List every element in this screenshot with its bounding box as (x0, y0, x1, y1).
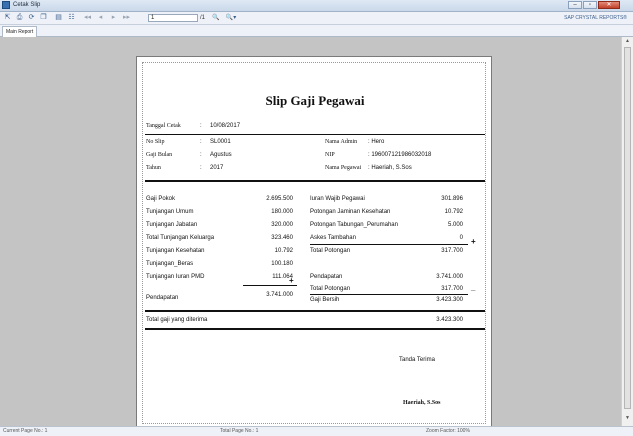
page-total-label: /1 (200, 15, 206, 21)
section-divider (145, 310, 485, 312)
toggle-panel-icon[interactable]: ☷ (67, 13, 76, 23)
window-title-bar: Cetak Slip – ▫ ✕ (0, 0, 633, 12)
no-slip-label: No Slip (146, 139, 165, 145)
total-potongan-value: 317.700 (441, 248, 463, 254)
export-icon[interactable]: ⇱ (3, 13, 12, 23)
window-title: Cetak Slip (13, 2, 41, 8)
scroll-down-icon[interactable]: ▼ (624, 415, 631, 422)
find-text-icon[interactable]: 🔍 (212, 13, 219, 23)
tab-main-report[interactable]: Main Report (2, 26, 38, 37)
minimize-button[interactable]: – (568, 1, 582, 9)
deduction-label: Potongan Jaminan Kesehatan (310, 209, 391, 215)
summary-value: 3.741.000 (436, 274, 463, 280)
gaji-bulan-label: Gaji Bulan (146, 152, 173, 158)
nama-admin-label: Nama Admin (325, 139, 358, 145)
report-viewport[interactable]: Slip Gaji Pegawai Tanggal Cetak : 10/08/… (0, 37, 621, 426)
report-tabs: Main Report (0, 25, 633, 37)
gaji-bersih-label: Gaji Bersih (310, 297, 340, 303)
deduction-value: 0 (459, 235, 463, 241)
no-slip-value: SL0001 (210, 139, 231, 145)
income-value: 180.000 (271, 209, 293, 215)
report-body: Slip Gaji Pegawai Tanggal Cetak : 10/08/… (142, 62, 486, 424)
group-tree-icon[interactable]: ▤ (54, 13, 63, 23)
deduction-value: 5.000 (447, 222, 463, 228)
nama-pegawai-value: : Haeriah, S.Sos (368, 165, 412, 171)
income-value: 323.460 (271, 235, 293, 241)
total-potongan-label: Total Potongan (310, 248, 351, 254)
income-value: 2.695.500 (266, 196, 293, 202)
section-divider (145, 180, 485, 182)
app-icon (2, 1, 10, 9)
income-label: Gaji Pokok (146, 196, 176, 202)
colon: : (200, 139, 202, 145)
deduction-value: 10.792 (444, 209, 463, 215)
income-label: Tunjangan Jabatan (146, 222, 198, 228)
vertical-scrollbar[interactable]: ▲ ▼ (621, 37, 633, 426)
sum-line (243, 285, 297, 286)
tanda-terima-label: Tanda Terima (399, 357, 435, 363)
maximize-button[interactable]: ▫ (583, 1, 597, 9)
next-page-icon[interactable]: ▸ (110, 13, 117, 23)
summary-label: Pendapatan (310, 274, 343, 280)
refresh-icon[interactable]: ⟳ (27, 13, 36, 23)
income-value: 10.792 (274, 248, 293, 254)
crystal-reports-brand: SAP CRYSTAL REPORTS® (564, 15, 627, 21)
nama-admin-value: : Hero (368, 139, 385, 145)
income-label: Tunjangan_Beras (146, 261, 194, 267)
copy-icon[interactable]: ❐ (39, 13, 48, 23)
income-value: 320.000 (271, 222, 293, 228)
last-page-icon[interactable]: ▸▸ (123, 13, 130, 23)
report-page: Slip Gaji Pegawai Tanggal Cetak : 10/08/… (136, 56, 492, 426)
pendapatan-label: Pendapatan (146, 295, 179, 301)
summary-value: 317.700 (441, 286, 463, 292)
divider (145, 134, 485, 135)
report-title: Slip Gaji Pegawai (265, 93, 365, 108)
tanggal-cetak-label: Tanggal Cetak (146, 123, 181, 129)
tahun-label: Tahun (146, 165, 161, 171)
first-page-icon[interactable]: ◂◂ (84, 13, 91, 23)
sum-line (310, 244, 468, 245)
gaji-bersih-value: 3.423.300 (436, 297, 463, 303)
previous-page-icon[interactable]: ◂ (97, 13, 104, 23)
gaji-bulan-value: Agustus (210, 152, 232, 158)
nama-pegawai-label: Nama Pegawai (325, 165, 362, 171)
income-label: Tunjangan Iuran PMD (146, 274, 205, 280)
income-label: Tunjangan Kesehatan (146, 248, 205, 254)
sum-line (310, 294, 468, 295)
plus-sign: + (289, 276, 294, 285)
summary-label: Total Potongan (310, 286, 351, 292)
scroll-up-icon[interactable]: ▲ (624, 38, 631, 45)
tahun-value: 2017 (210, 165, 224, 171)
income-value: 111.064 (272, 274, 293, 280)
deduction-label: Askes Tambahan (310, 235, 356, 241)
total-gaji-label: Total gaji yang diterima (146, 317, 208, 323)
page-number-input[interactable]: 1 (148, 14, 198, 22)
tanggal-cetak-value: 10/08/2017 (210, 123, 241, 129)
pendapatan-value: 3.741.000 (266, 292, 293, 298)
report-toolbar: ⇱ ⎙ ⟳ ❐ ▤ ☷ ◂◂ ◂ ▸ ▸▸ 1 /1 🔍 🔍▾ (0, 12, 633, 25)
zoom-dropdown-icon[interactable]: 🔍▾ (224, 13, 238, 23)
colon: : (200, 123, 202, 129)
nip-label: NIP (325, 152, 335, 158)
income-value: 100.180 (271, 261, 293, 267)
colon: : (200, 165, 202, 171)
minus-sign: _ (471, 283, 476, 292)
nip-value: : 196007121986032018 (368, 152, 432, 158)
total-gaji-value: 3.423.300 (436, 317, 463, 323)
section-divider (145, 328, 485, 330)
print-icon[interactable]: ⎙ (15, 13, 24, 23)
scrollbar-thumb[interactable] (624, 47, 631, 409)
signature-name: Haeriah, S.Sos (403, 400, 441, 406)
income-label: Tunjangan Umum (146, 209, 194, 215)
deduction-value: 301.896 (441, 196, 463, 202)
income-label: Total Tunjangan Keluarga (146, 235, 215, 241)
plus-sign: + (471, 237, 476, 246)
deduction-label: Potongan Tabungan_Perumahan (310, 222, 398, 228)
colon: : (200, 152, 202, 158)
close-button[interactable]: ✕ (598, 1, 620, 9)
deduction-label: Iuran Wajib Pegawai (310, 196, 365, 202)
